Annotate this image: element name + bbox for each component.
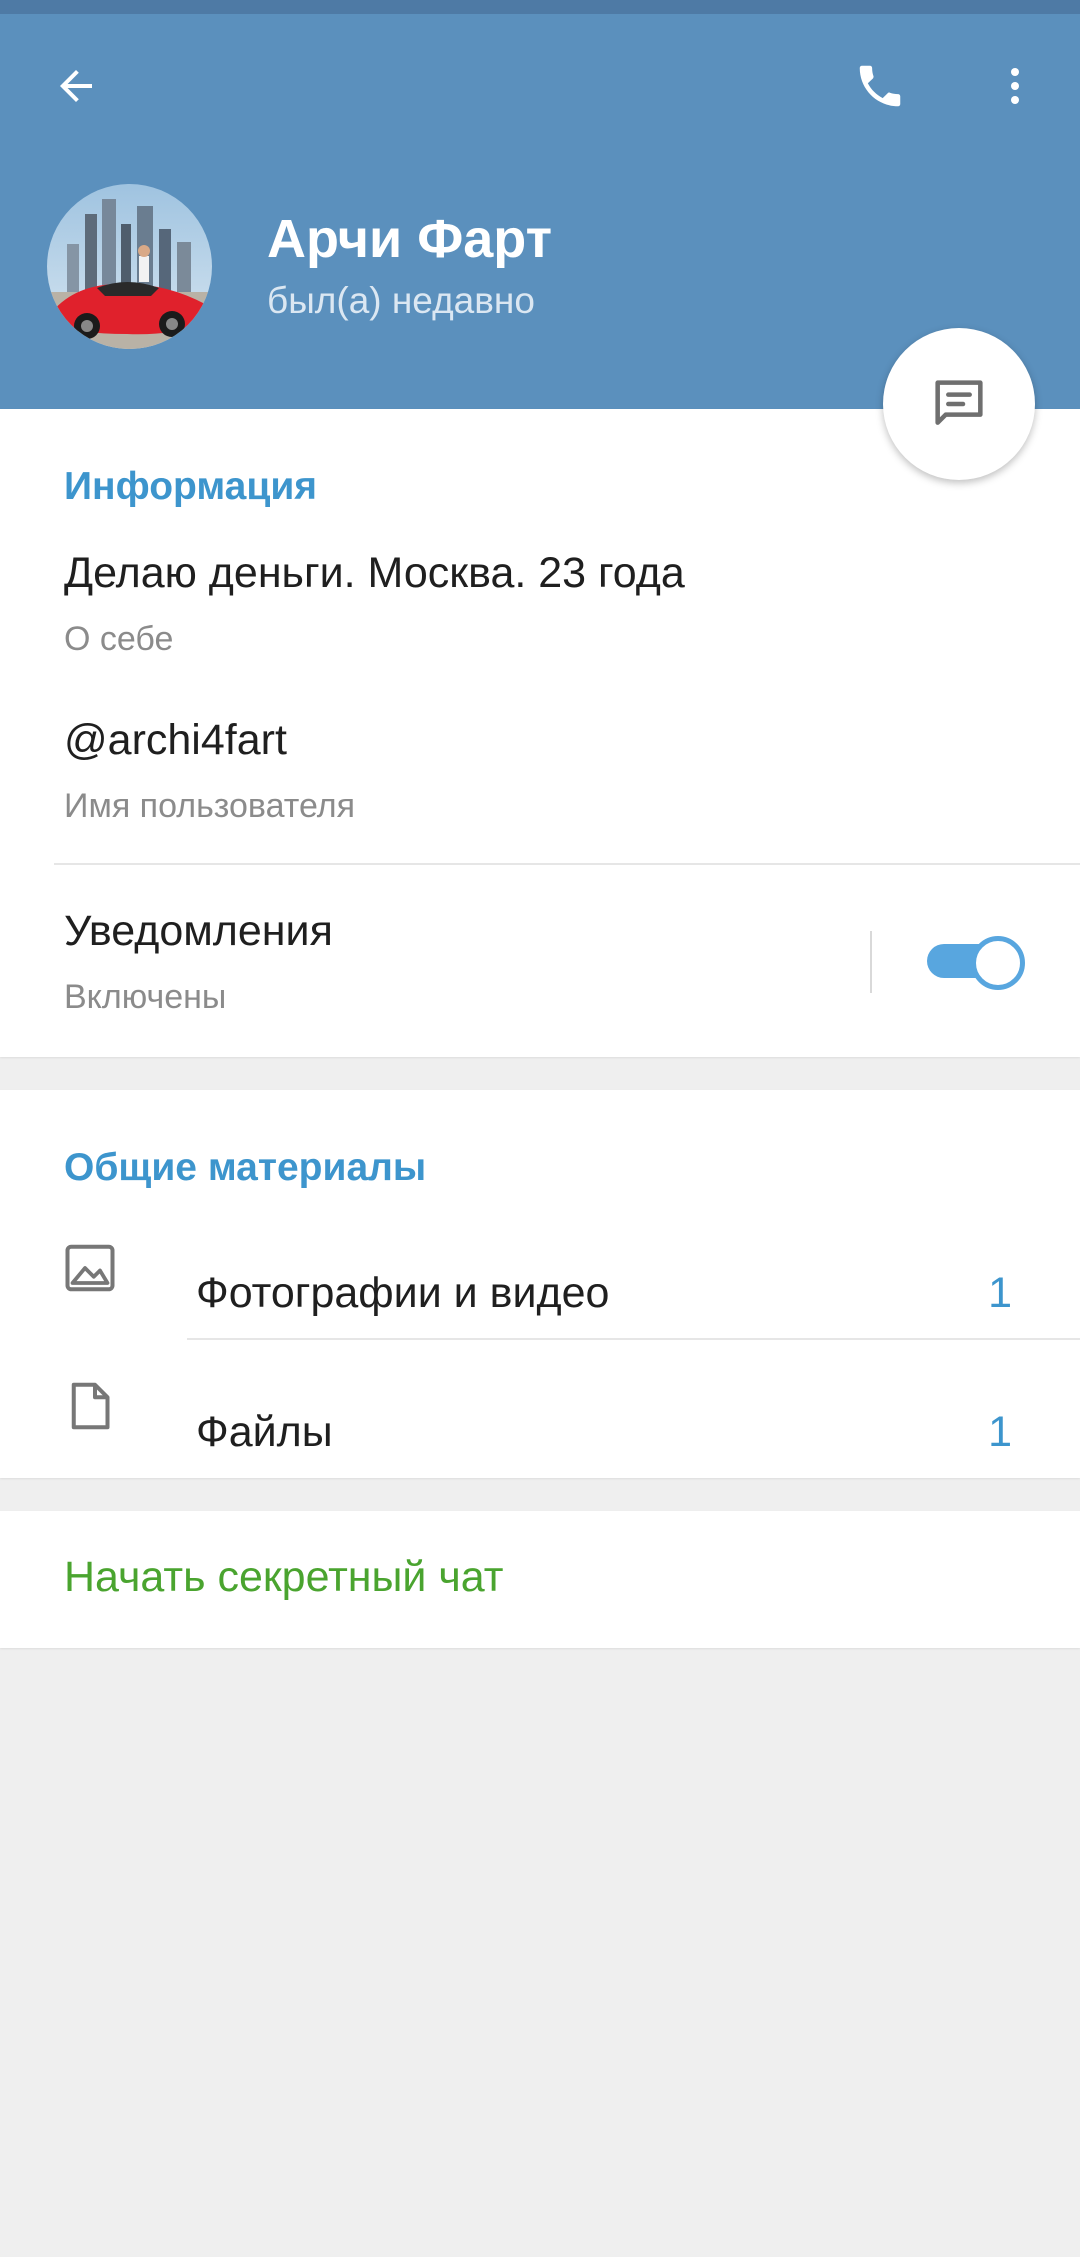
divider	[187, 1338, 1080, 1340]
secret-chat-section: Начать секретный чат	[0, 1511, 1080, 1648]
file-icon	[71, 1382, 110, 1430]
chat-bubble-icon	[935, 380, 983, 425]
toggle-knob	[971, 936, 1025, 990]
info-section: Информация Делаю деньги. Москва. 23 года…	[0, 409, 1080, 1057]
status-bar	[0, 0, 1080, 14]
username-caption: Имя пользователя	[64, 787, 355, 825]
avatar-image	[47, 184, 212, 349]
info-section-title: Информация	[64, 465, 318, 508]
call-button[interactable]	[840, 46, 920, 126]
username-text: @archi4fart	[64, 716, 287, 764]
bio-caption: О себе	[64, 620, 174, 658]
divider-vertical	[870, 931, 872, 993]
notifications-toggle[interactable]	[927, 936, 1025, 990]
notifications-value: Включены	[64, 978, 227, 1016]
avatar[interactable]	[47, 184, 212, 349]
profile-name: Арчи Фарт	[267, 209, 553, 269]
notifications-label: Уведомления	[64, 907, 333, 955]
phone-icon	[859, 65, 901, 107]
shared-section-title: Общие материалы	[64, 1146, 427, 1189]
photos-videos-count: 1	[988, 1269, 1012, 1317]
bio-text: Делаю деньги. Москва. 23 года	[64, 549, 685, 597]
start-secret-chat-button[interactable]: Начать секретный чат	[64, 1553, 503, 1602]
more-vertical-icon	[1011, 68, 1019, 104]
files-count: 1	[988, 1408, 1012, 1456]
back-button[interactable]	[36, 46, 116, 126]
image-icon	[65, 1244, 115, 1292]
last-seen-status: был(а) недавно	[267, 280, 535, 321]
shared-media-section: Общие материалы Фотографии и видео 1 Фай…	[0, 1090, 1080, 1478]
photos-videos-label: Фотографии и видео	[196, 1269, 610, 1317]
arrow-back-icon	[60, 70, 92, 102]
divider	[54, 863, 1080, 865]
files-label: Файлы	[196, 1408, 333, 1456]
more-options-button[interactable]	[975, 46, 1055, 126]
send-message-button[interactable]	[883, 328, 1035, 480]
